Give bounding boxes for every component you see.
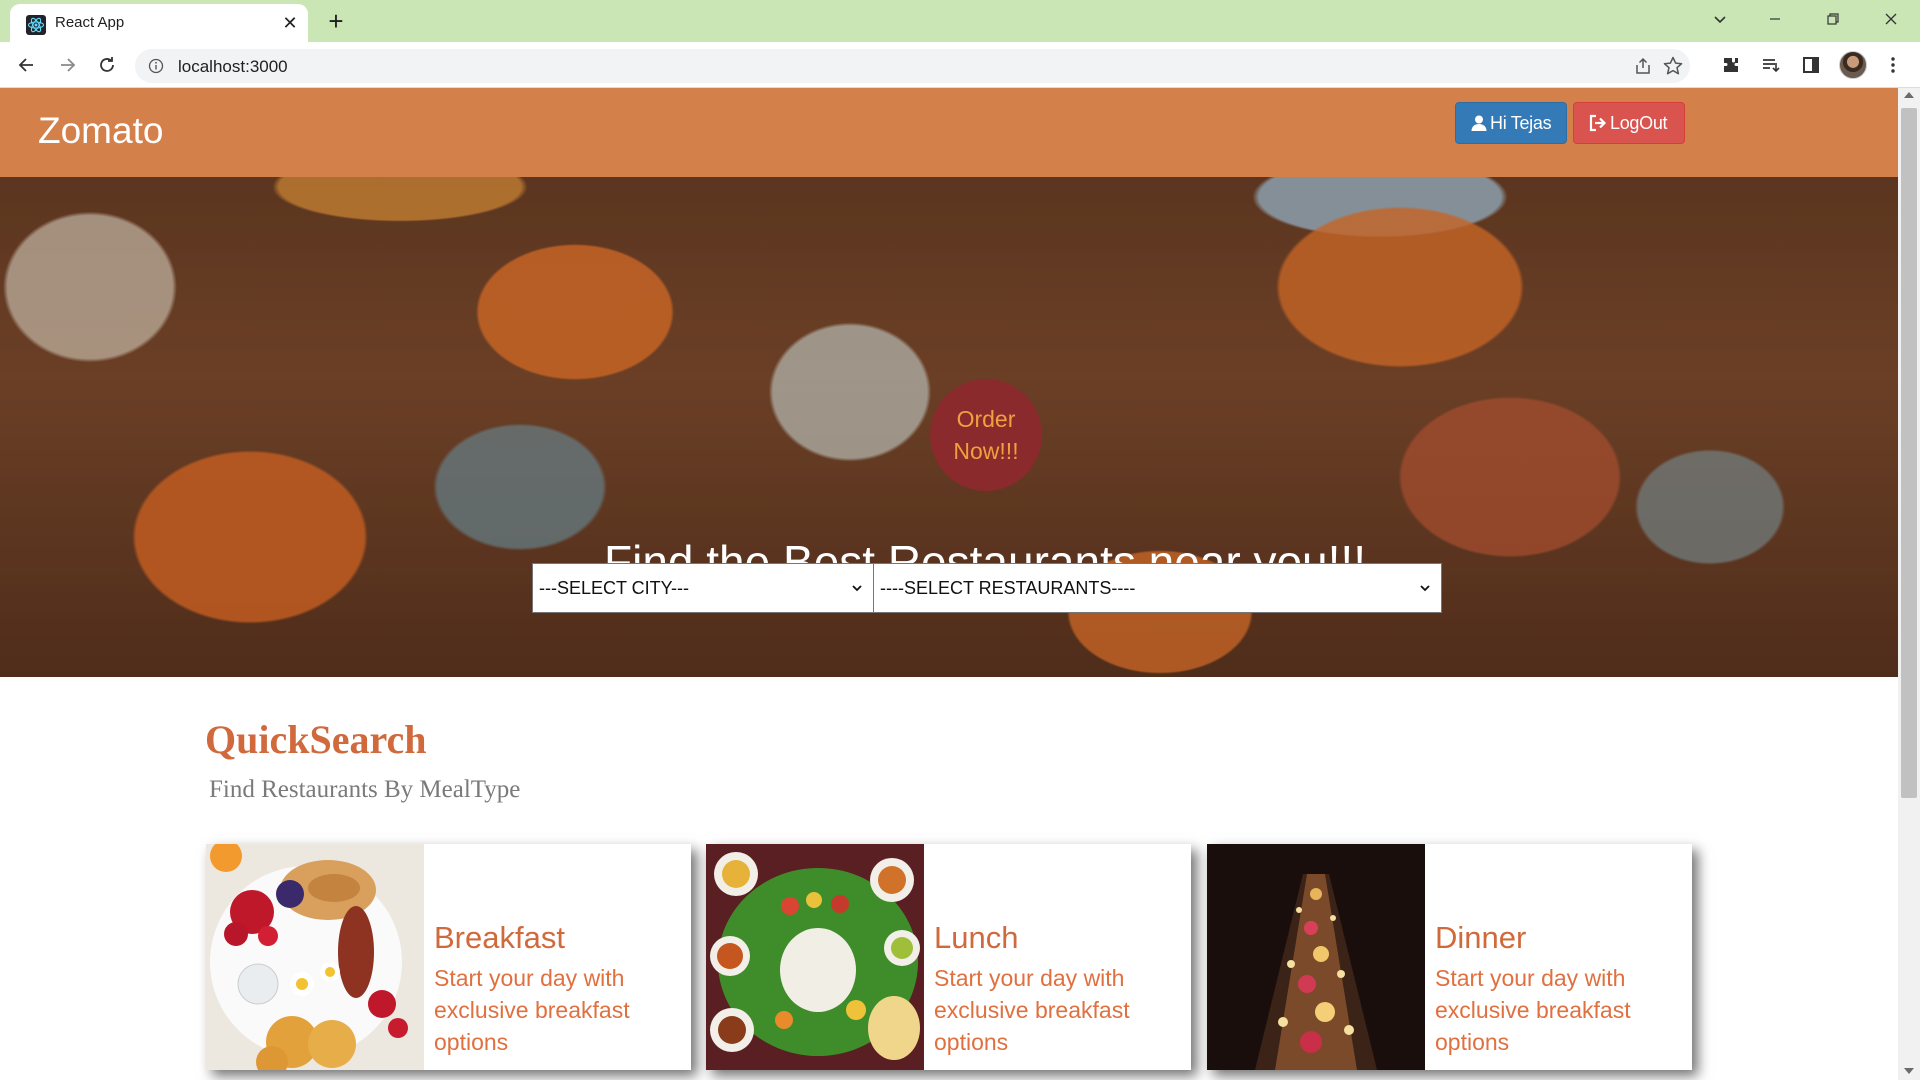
- browser-tab[interactable]: React App ✕: [10, 4, 308, 42]
- user-greeting-label: Hi Tejas: [1490, 112, 1552, 133]
- page-viewport: Zomato Hi Tejas LogOut Order Now!!! Find …: [0, 88, 1898, 1080]
- browser-toolbar: localhost:3000: [0, 42, 1920, 88]
- dinner-image: [1207, 844, 1425, 1070]
- scroll-up-arrow-icon[interactable]: [1904, 92, 1914, 98]
- page-scrollbar[interactable]: [1898, 88, 1920, 1080]
- scroll-thumb[interactable]: [1901, 108, 1917, 798]
- address-bar[interactable]: localhost:3000: [135, 49, 1690, 83]
- new-tab-icon[interactable]: +: [322, 8, 350, 36]
- site-info-icon[interactable]: [148, 58, 164, 74]
- kebab-menu-icon[interactable]: [1880, 52, 1906, 78]
- order-now-line1: Order: [956, 406, 1016, 432]
- reading-list-icon[interactable]: [1758, 52, 1784, 78]
- lunch-image: [706, 844, 924, 1070]
- extensions-icon[interactable]: [1718, 52, 1744, 78]
- side-panel-icon[interactable]: [1798, 52, 1824, 78]
- back-icon[interactable]: [12, 50, 42, 80]
- chevron-down-icon: [852, 585, 862, 592]
- mealtype-card-breakfast[interactable]: Breakfast Start your day with exclusive …: [206, 844, 691, 1070]
- restore-icon[interactable]: [1810, 6, 1856, 36]
- forward-icon[interactable]: [52, 50, 82, 80]
- card-description-breakfast: Start your day with exclusive breakfast …: [434, 965, 630, 1055]
- tab-title: React App: [55, 14, 125, 31]
- city-select-value: ---SELECT CITY---: [539, 577, 690, 598]
- profile-avatar[interactable]: [1839, 51, 1867, 79]
- restaurant-select[interactable]: ----SELECT RESTAURANTS----: [873, 563, 1442, 613]
- logout-icon: [1589, 114, 1607, 132]
- share-icon[interactable]: [1633, 56, 1653, 81]
- card-description-dinner: Start your day with exclusive breakfast …: [1435, 965, 1631, 1055]
- mealtype-card-dinner[interactable]: Dinner Start your day with exclusive bre…: [1207, 844, 1692, 1070]
- city-select[interactable]: ---SELECT CITY---: [532, 563, 874, 613]
- restaurant-select-value: ----SELECT RESTAURANTS----: [880, 577, 1136, 598]
- breakfast-image: [206, 844, 424, 1070]
- mealtype-card-lunch[interactable]: Lunch Start your day with exclusive brea…: [706, 844, 1191, 1070]
- user-greeting-button[interactable]: Hi Tejas: [1455, 102, 1567, 144]
- tab-search-chevron-icon[interactable]: [1697, 6, 1743, 36]
- tab-close-icon[interactable]: ✕: [280, 13, 300, 33]
- minimize-icon[interactable]: [1752, 6, 1798, 36]
- tab-strip: React App ✕ +: [0, 0, 1920, 42]
- site-header: Zomato Hi Tejas LogOut: [0, 88, 1898, 177]
- card-title-breakfast: Breakfast: [434, 920, 565, 955]
- reload-icon[interactable]: [92, 50, 122, 80]
- quicksearch-title: QuickSearch: [205, 717, 427, 762]
- card-title-lunch: Lunch: [934, 920, 1019, 955]
- close-window-icon[interactable]: [1868, 6, 1914, 36]
- user-icon: [1471, 115, 1487, 131]
- url-text: localhost:3000: [178, 57, 288, 76]
- card-description-lunch: Start your day with exclusive breakfast …: [934, 965, 1130, 1055]
- scroll-down-arrow-icon[interactable]: [1904, 1068, 1914, 1074]
- logout-label: LogOut: [1610, 112, 1668, 133]
- brand-logo-text[interactable]: Zomato: [38, 110, 163, 152]
- card-title-dinner: Dinner: [1435, 920, 1527, 955]
- order-now-badge[interactable]: Order Now!!!: [930, 379, 1042, 491]
- chevron-down-icon: [1420, 585, 1430, 592]
- react-logo-icon: [26, 15, 46, 35]
- logout-button[interactable]: LogOut: [1573, 102, 1685, 144]
- order-now-line2: Now!!!: [953, 438, 1019, 464]
- bookmark-star-icon[interactable]: [1662, 55, 1684, 82]
- quicksearch-subtitle: Find Restaurants By MealType: [209, 776, 521, 803]
